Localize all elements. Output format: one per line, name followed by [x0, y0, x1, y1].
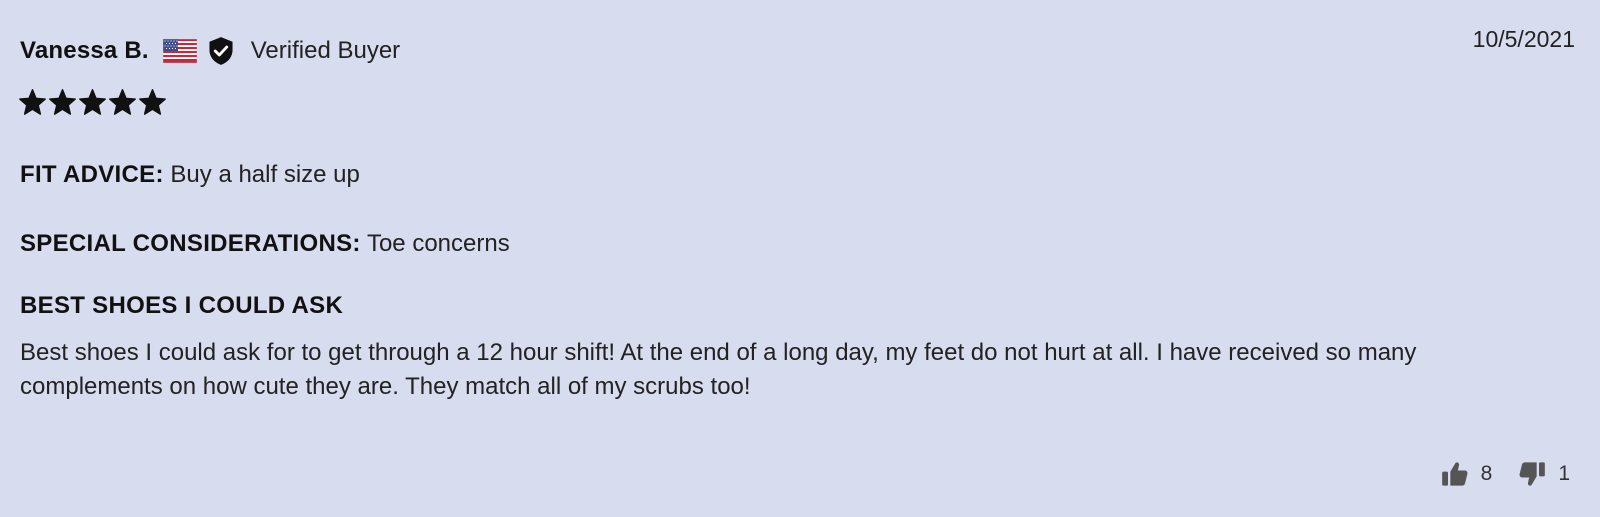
star-icon	[108, 88, 137, 117]
star-icon	[78, 88, 107, 117]
verified-buyer-label: Verified Buyer	[250, 37, 401, 64]
special-considerations-label: SPECIAL CONSIDERATIONS:	[20, 230, 361, 257]
helpfulness-votes: 8 1	[1441, 460, 1570, 488]
fit-advice: FIT ADVICE: Buy a half size up	[20, 161, 360, 189]
review-header: Vanessa B. Verified Buyer	[20, 34, 400, 68]
review-body: Best shoes I could ask for to get throug…	[20, 339, 1417, 400]
reviewer-name: Vanessa B.	[20, 37, 149, 64]
star-icon	[138, 88, 167, 117]
special-considerations: SPECIAL CONSIDERATIONS: Toe concerns	[20, 230, 510, 258]
star-rating	[18, 88, 167, 117]
thumbs-up-button[interactable]: 8	[1441, 460, 1493, 488]
review-title: BEST SHOES I COULD ASK	[20, 292, 344, 319]
thumbs-up-count: 8	[1480, 462, 1493, 485]
shield-check-icon	[207, 36, 235, 66]
review-card: Vanessa B. Verified Buyer 10/5/2021 FIT …	[0, 0, 1600, 517]
review-date: 10/5/2021	[1472, 26, 1575, 52]
thumbs-down-button[interactable]: 1	[1518, 460, 1570, 488]
special-considerations-value: Toe concerns	[366, 230, 510, 257]
fit-advice-label: FIT ADVICE:	[20, 161, 164, 188]
star-icon	[18, 88, 47, 117]
us-flag-icon	[162, 38, 198, 64]
thumbs-up-icon	[1441, 460, 1469, 488]
thumbs-down-icon	[1518, 460, 1546, 488]
fit-advice-value: Buy a half size up	[170, 161, 360, 188]
star-icon	[48, 88, 77, 117]
thumbs-down-count: 1	[1558, 462, 1570, 485]
